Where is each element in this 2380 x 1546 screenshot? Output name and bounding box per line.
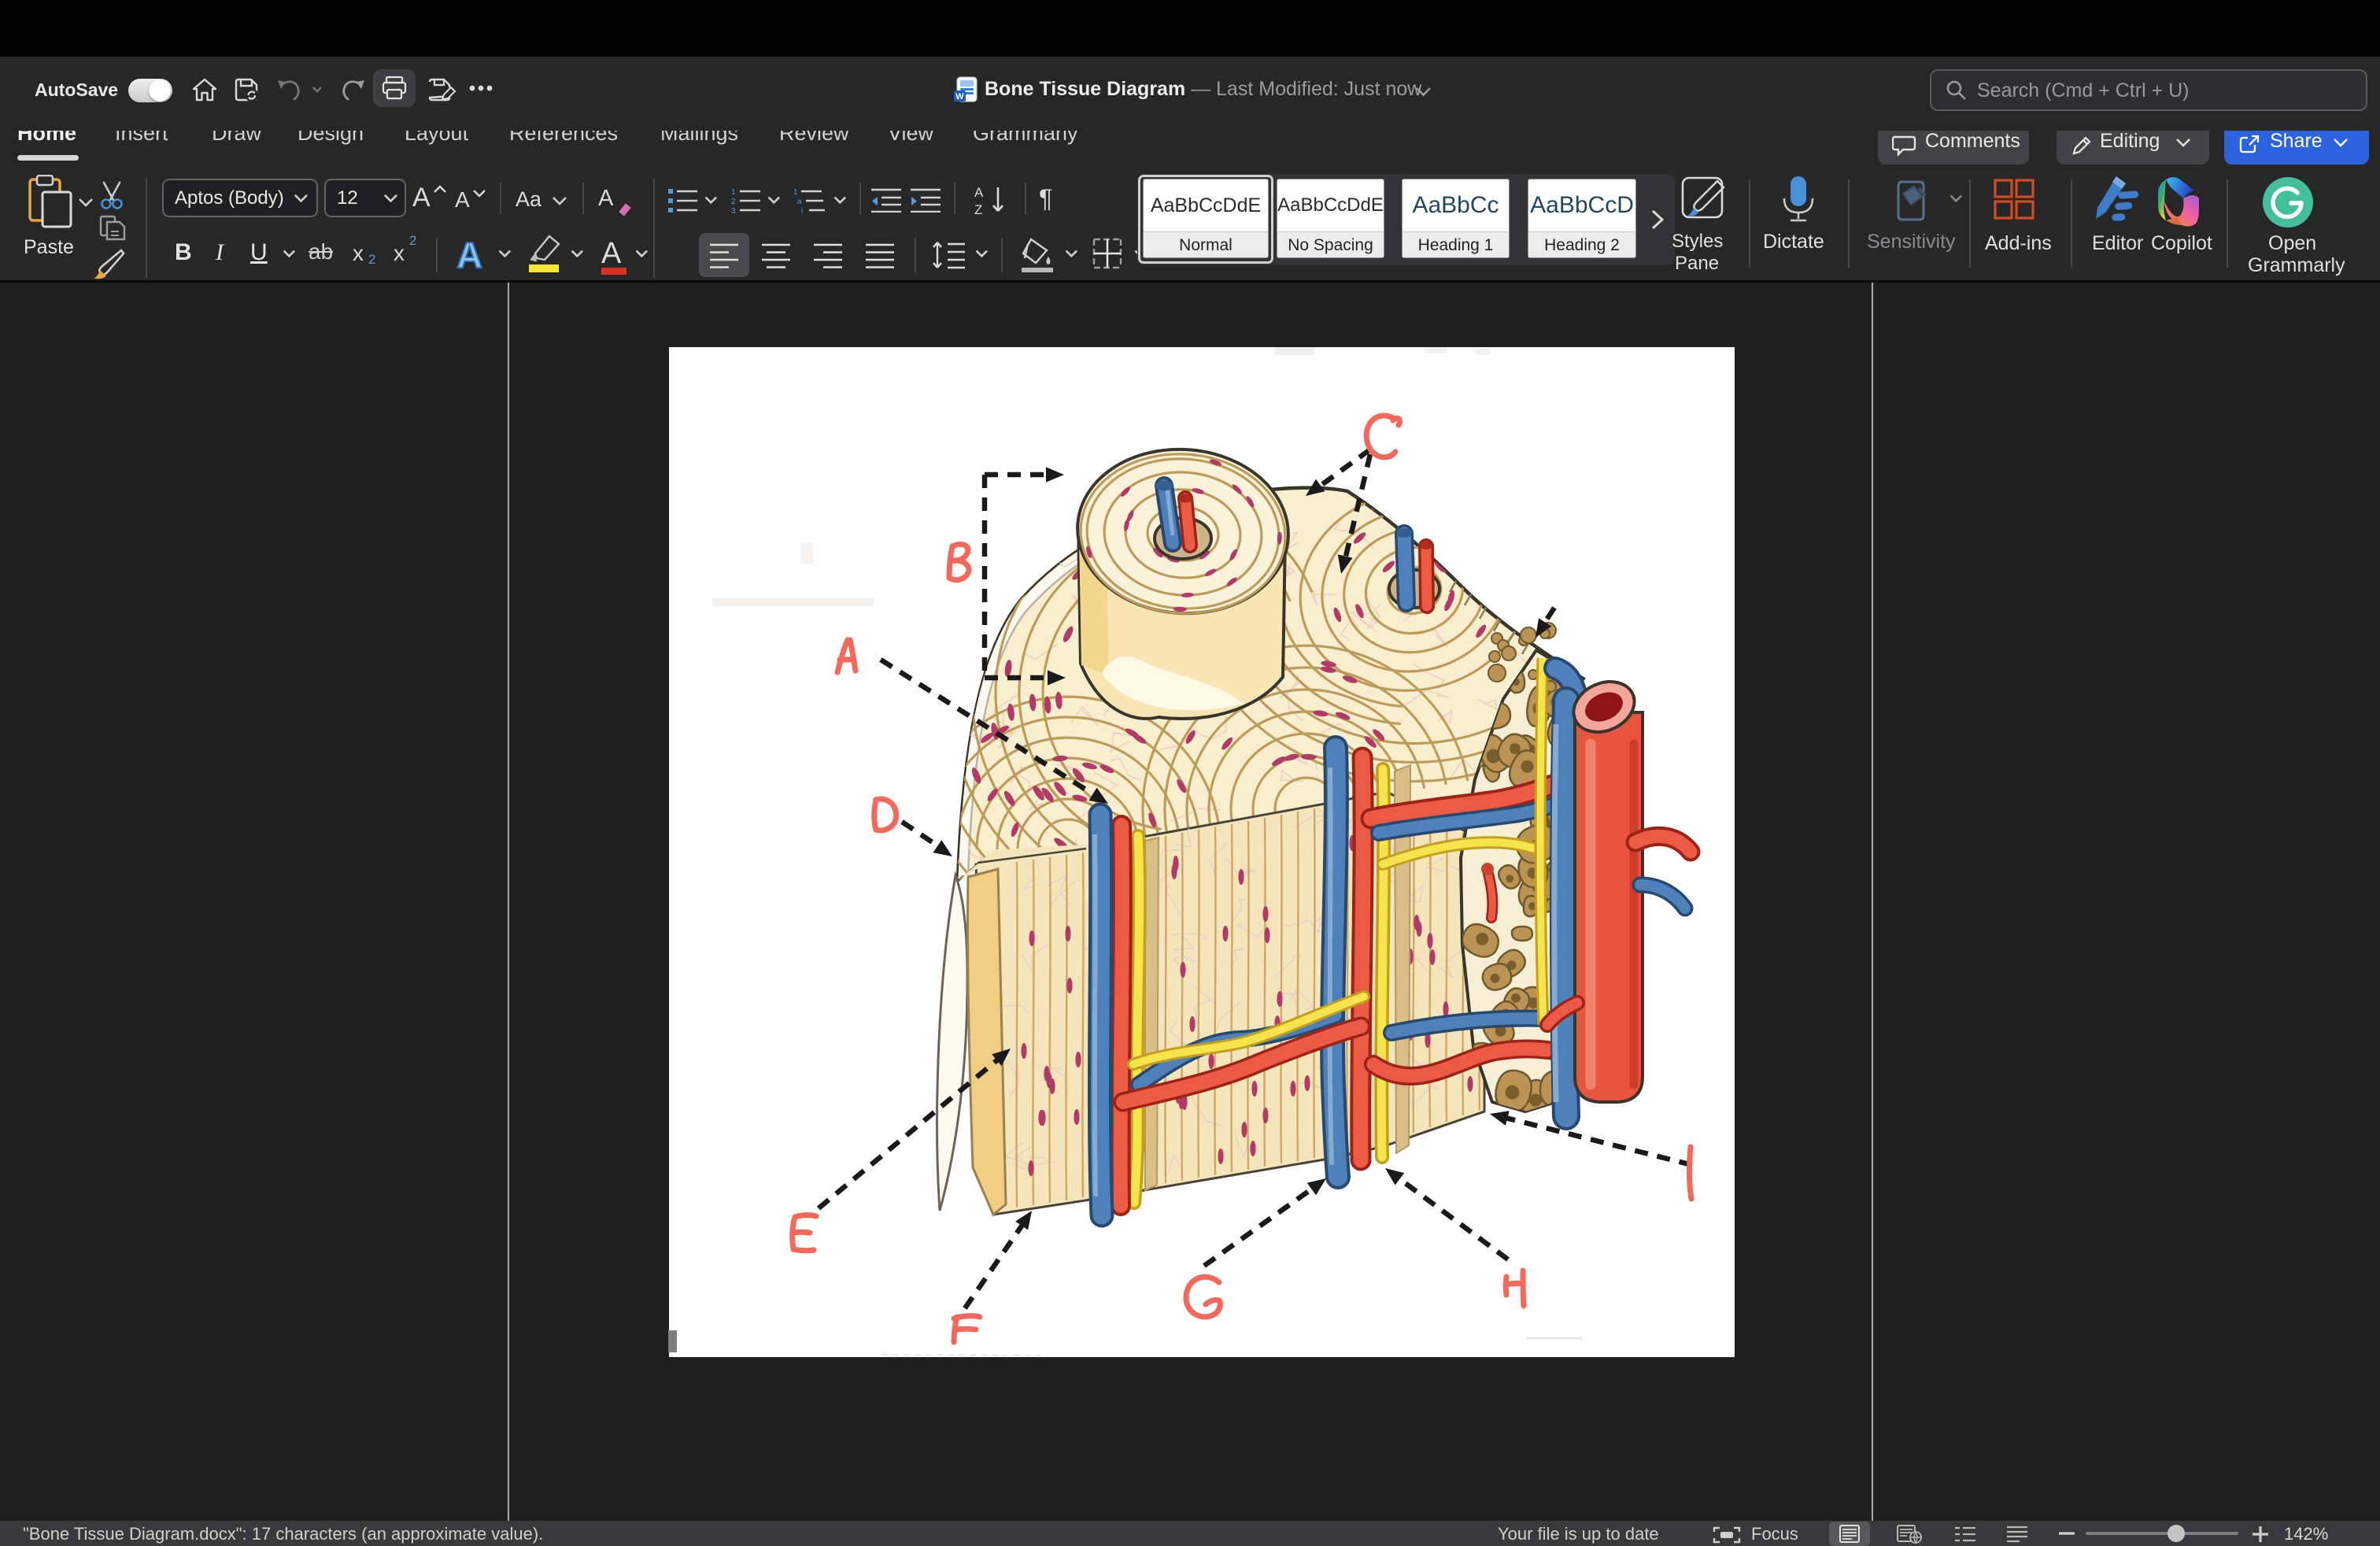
- svg-text:2: 2: [731, 198, 736, 206]
- svg-text:W: W: [955, 92, 964, 102]
- svg-text:A: A: [456, 235, 482, 274]
- svg-text:1: 1: [793, 188, 798, 197]
- svg-text:a: a: [797, 198, 802, 206]
- svg-text:3: 3: [731, 207, 736, 214]
- svg-text:Z: Z: [974, 202, 982, 216]
- svg-text:i: i: [801, 207, 803, 214]
- svg-text:A: A: [601, 237, 622, 270]
- svg-text:A: A: [974, 185, 984, 200]
- svg-text:1: 1: [731, 188, 736, 197]
